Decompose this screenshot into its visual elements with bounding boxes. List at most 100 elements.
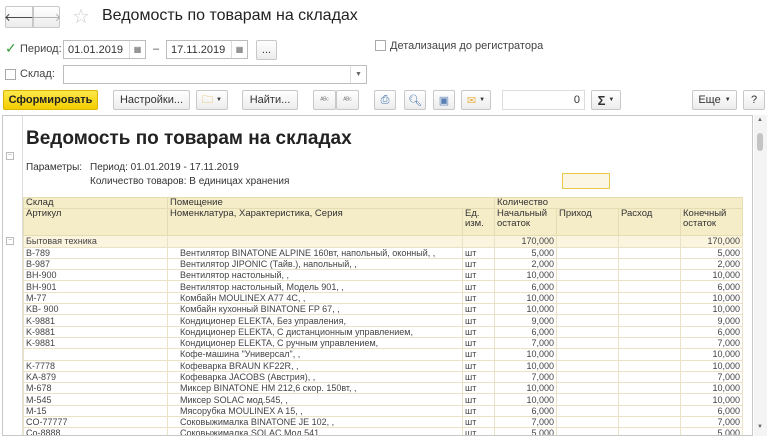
cell-end: 10,000 [680, 303, 743, 316]
folder-icon: 🗀 [202, 93, 214, 106]
cell-unit: шт [462, 370, 495, 384]
table-row[interactable]: K-9881 Кондиционер ELEKTA, Без управления… [23, 314, 743, 327]
table-row[interactable]: CO-77777 Соковыжималка BINATONE JE 102, ,… [23, 416, 743, 429]
report-table: Склад Помещение Количество Артикул Номен… [23, 196, 743, 435]
favorite-star-icon[interactable]: ☆ [72, 4, 90, 29]
date-from-input[interactable]: 01.01.2019 ▦ [63, 40, 146, 59]
detail-checkbox[interactable] [375, 40, 386, 51]
table-row[interactable]: B-789 Вентилятор BINATONE ALPINE 160вт, н… [23, 246, 743, 259]
table-row[interactable]: K-7778 Кофеварка BRAUN KF22R, , шт 10,000 10… [23, 359, 743, 372]
table-row[interactable]: BH-900 Вентилятор настольный, , шт 10,000 10… [23, 269, 743, 282]
cell-in [556, 427, 619, 435]
chevron-down-icon: ▼ [608, 97, 615, 103]
abc-plus-icon: ᴬᴮᶜ [343, 96, 352, 104]
table-row[interactable]: M-545 Миксер SOLAC мод.545, , шт 10,000 10,0… [23, 393, 743, 406]
cell-nomenclature: Комбайн кухонный BINATONE FP 67, , [167, 303, 463, 316]
print-button[interactable]: ⎙ [374, 90, 396, 110]
cell-unit: шт [462, 427, 495, 435]
more-button[interactable]: Еще ▼ [692, 90, 737, 110]
cell [462, 235, 495, 248]
table-row[interactable]: Co-8888 Соковыжималка SOLAC Мод.541, , шт 5… [23, 427, 743, 435]
cell-unit: шт [462, 291, 495, 305]
warehouse-input[interactable]: ▼ [63, 65, 367, 84]
group-row[interactable]: Бытовая техника 170,000 170,000 [23, 235, 743, 248]
cell-in [556, 359, 619, 372]
cell-nomenclature: Вентилятор настольный, , [167, 269, 463, 282]
cell-in [556, 291, 619, 305]
collapse-group-icon[interactable]: − [6, 152, 14, 160]
cell-unit: шт [462, 325, 495, 338]
find-button[interactable]: Найти... [242, 90, 298, 110]
table-row[interactable]: M-77 Комбайн MOULINEX A77 4C, , шт 10,000 10… [23, 291, 743, 305]
cell-unit: шт [462, 359, 495, 372]
scroll-thumb[interactable] [757, 133, 763, 151]
help-button[interactable]: ? [743, 90, 765, 110]
cell-nomenclature: Комбайн MOULINEX A77 4C, , [167, 291, 463, 305]
variant-dropdown-button[interactable]: 🗀 ▼ [196, 90, 228, 110]
sum-mode-button[interactable]: Σ ▼ [591, 90, 621, 110]
email-button[interactable]: ✉ ▼ [461, 90, 491, 110]
cell-in [556, 280, 619, 293]
generate-button[interactable]: Сформировать [3, 90, 98, 110]
cell-nomenclature: Кондиционер ELEKTA, Без управления, [167, 314, 463, 327]
cell-end: 10,000 [680, 269, 743, 282]
chevron-down-icon[interactable]: ▼ [350, 66, 366, 83]
back-button[interactable]: 🡐 [4, 6, 34, 28]
period-label: Период: [20, 43, 62, 55]
cell-article: KA-879 [23, 370, 168, 384]
cell-nomenclature: Вентилятор JIPONIC (Тайв.), напольный, , [167, 257, 463, 271]
cell-out [618, 269, 681, 282]
header-unit: Ед. изм. [462, 208, 495, 237]
sum-field[interactable]: 0 [502, 90, 585, 110]
forward-button[interactable]: 🡒 [32, 6, 61, 28]
cell-end: 9,000 [680, 314, 743, 327]
vertical-scrollbar[interactable]: ▲ ▼ [754, 115, 767, 436]
preview-button[interactable]: 🔍︎ [404, 90, 426, 110]
scroll-down-icon[interactable]: ▼ [757, 424, 763, 430]
date-to-input[interactable]: 17.11.2019 ▦ [166, 40, 248, 59]
table-row[interactable]: BH-901 Вентилятор настольный, Модель 901,… [23, 280, 743, 293]
more-label: Еще [698, 94, 721, 106]
calendar-icon[interactable]: ▦ [129, 41, 145, 58]
period-select-button[interactable]: ... [256, 40, 277, 60]
printer-icon: ⎙ [380, 93, 390, 106]
warehouse-checkbox[interactable] [5, 69, 16, 80]
cell-end: 10,000 [680, 291, 743, 305]
collapse-group-icon[interactable]: − [6, 237, 14, 245]
cell-out [618, 303, 681, 316]
cell-out [618, 280, 681, 293]
table-row[interactable]: M-15 Мясорубка MOULINEX A 15, , шт 6,000 6,0… [23, 404, 743, 418]
table-row[interactable]: Кофе-машина "Универсал", , шт 10,000 10,000 [23, 348, 743, 361]
table-row[interactable]: KB- 900 Комбайн кухонный BINATONE FP 67, … [23, 303, 743, 316]
header-start: Начальный остаток [494, 208, 557, 237]
cell-nomenclature: Вентилятор BINATONE ALPINE 160вт, наполь… [167, 246, 463, 259]
table-row[interactable]: K-9881 Кондиционер ELEKTA, С ручным управ… [23, 336, 743, 350]
cell-in [556, 246, 619, 259]
table-row[interactable]: KA-879 Кофеварка JACOBS (Австрия), , шт 7,0… [23, 370, 743, 384]
calendar-icon[interactable]: ▦ [231, 41, 247, 58]
chevron-down-icon: ▼ [724, 97, 731, 103]
header-warehouse: Склад [23, 196, 168, 210]
cell-out [618, 314, 681, 327]
expand-groups-button[interactable]: ᴬᴮᶜ [336, 90, 359, 110]
date-from-value: 01.01.2019 [68, 43, 124, 56]
table-row[interactable]: K-9881 Кондиционер ELEKTA, С дистанционны… [23, 325, 743, 338]
period-checkbox[interactable]: ✓ [5, 41, 17, 55]
save-button[interactable]: ▣ [433, 90, 455, 110]
param-quantity: Количество товаров: В единицах хранения [90, 176, 290, 187]
selected-cell[interactable] [562, 173, 610, 189]
table-row[interactable]: M-678 Миксер BINATONE HM 212,6 скор. 150в… [23, 382, 743, 395]
report-spreadsheet[interactable]: − − Ведомость по товарам на складах Пара… [2, 115, 753, 436]
cell-in [556, 314, 619, 327]
cell-start: 5,000 [494, 427, 557, 435]
cell-start: 7,000 [494, 416, 557, 429]
cell-article: BH-901 [23, 280, 168, 293]
settings-button[interactable]: Настройки... [113, 90, 190, 110]
header-nomenclature: Номенклатура, Характеристика, Серия [167, 208, 463, 237]
table-row[interactable]: B-987 Вентилятор JIPONIC (Тайв.), напольн… [23, 257, 743, 271]
cell-end: 6,000 [680, 280, 743, 293]
cell-nomenclature: Мясорубка MOULINEX A 15, , [167, 404, 463, 418]
scroll-up-icon[interactable]: ▲ [757, 117, 763, 123]
cell-unit: шт [462, 416, 495, 429]
collapse-groups-button[interactable]: ᴬᴮᶜ [313, 90, 336, 110]
